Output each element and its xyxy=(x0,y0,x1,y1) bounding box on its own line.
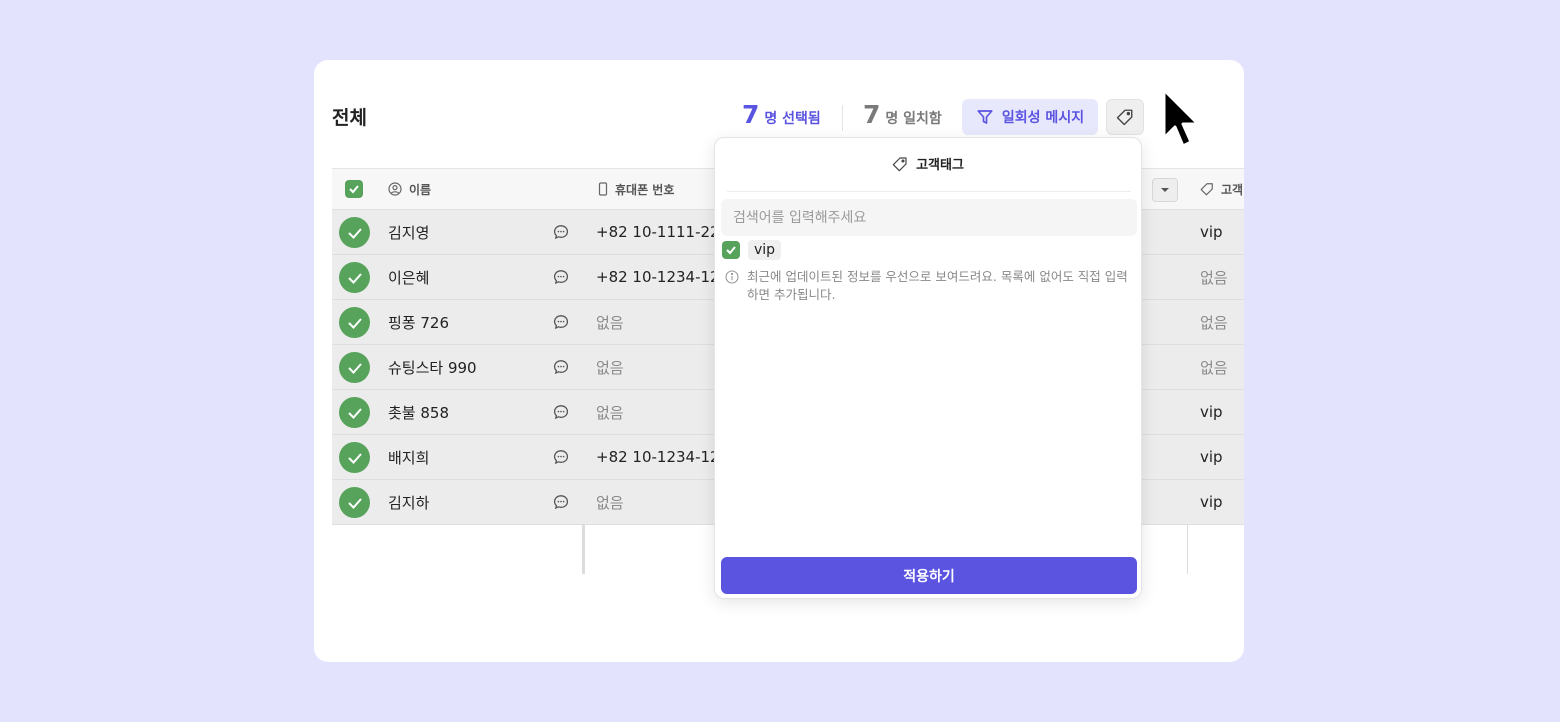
check-icon xyxy=(347,272,362,284)
column-name-label: 이름 xyxy=(409,182,432,197)
row-tag: vip xyxy=(1200,493,1223,511)
selected-count: 7 명 선택됨 xyxy=(742,100,821,130)
popup-divider xyxy=(727,191,1131,192)
popup-title: 고객태그 xyxy=(715,154,1141,173)
row-checkbox[interactable] xyxy=(339,262,370,293)
row-name: 이은혜 xyxy=(388,268,430,287)
row-tag: 없음 xyxy=(1200,268,1228,287)
tag-icon xyxy=(1116,109,1133,126)
chat-icon[interactable] xyxy=(553,314,569,330)
check-icon xyxy=(347,362,362,374)
phone-icon xyxy=(598,182,608,196)
row-phone: 없음 xyxy=(596,313,624,332)
one-time-message-label: 일회성 메시지 xyxy=(1001,110,1085,126)
apply-button[interactable]: 적용하기 xyxy=(721,557,1137,594)
tag-option-vip[interactable]: vip xyxy=(722,240,782,260)
row-checkbox[interactable] xyxy=(339,217,370,248)
column-dropdown-button[interactable] xyxy=(1152,178,1178,202)
column-phone[interactable]: 휴대폰 번호 xyxy=(598,169,674,209)
row-checkbox[interactable] xyxy=(339,397,370,428)
column-tag[interactable]: 고객 xyxy=(1200,169,1243,209)
row-tag: 없음 xyxy=(1200,358,1228,377)
matched-count-label: 명 일치함 xyxy=(885,111,942,127)
check-icon xyxy=(347,227,362,239)
chat-icon[interactable] xyxy=(553,359,569,375)
row-tag: vip xyxy=(1200,448,1223,466)
select-all-checkbox[interactable] xyxy=(345,169,363,209)
row-tag: vip xyxy=(1200,223,1223,241)
customer-tag-popup: 고객태그 vip 최근에 업데이트된 정보를 우선으로 보여드려요. 목록에 없… xyxy=(714,137,1142,599)
matched-count-number: 7 xyxy=(863,100,881,129)
row-checkbox[interactable] xyxy=(339,487,370,518)
row-name: 김지영 xyxy=(388,223,430,242)
popup-title-label: 고객태그 xyxy=(916,158,964,173)
selected-count-label: 명 선택됨 xyxy=(764,111,821,127)
chat-icon[interactable] xyxy=(553,224,569,240)
row-tag: vip xyxy=(1200,403,1223,421)
selected-count-number: 7 xyxy=(742,100,760,129)
row-phone: 없음 xyxy=(596,493,624,512)
info-text: 최근에 업데이트된 정보를 우선으로 보여드려요. 목록에 없어도 직접 입력하… xyxy=(747,269,1128,302)
row-name: 핑퐁 726 xyxy=(388,313,449,332)
row-name: 슈팅스타 990 xyxy=(388,358,477,377)
send-icon xyxy=(977,110,993,124)
tag-option-label: vip xyxy=(748,240,782,260)
row-checkbox[interactable] xyxy=(339,307,370,338)
row-phone: 없음 xyxy=(596,358,624,377)
page-title: 전체 xyxy=(332,107,367,129)
person-icon xyxy=(388,182,402,196)
tag-button[interactable] xyxy=(1106,99,1144,135)
check-icon xyxy=(347,452,362,464)
header-divider xyxy=(842,105,843,131)
info-message: 최근에 업데이트된 정보를 우선으로 보여드려요. 목록에 없어도 직접 입력하… xyxy=(725,268,1135,304)
tag-search-input[interactable] xyxy=(721,199,1137,236)
tag-icon xyxy=(892,156,907,171)
chat-icon[interactable] xyxy=(553,449,569,465)
check-icon xyxy=(347,497,362,509)
row-tag: 없음 xyxy=(1200,313,1228,332)
row-checkbox[interactable] xyxy=(339,352,370,383)
column-name[interactable]: 이름 xyxy=(388,169,431,209)
chat-icon[interactable] xyxy=(553,269,569,285)
row-name: 배지희 xyxy=(388,448,430,467)
chat-icon[interactable] xyxy=(553,494,569,510)
row-checkbox[interactable] xyxy=(339,442,370,473)
info-icon xyxy=(725,270,739,284)
row-name: 촛불 858 xyxy=(388,403,449,422)
chat-icon[interactable] xyxy=(553,404,569,420)
column-tag-label: 고객 xyxy=(1221,182,1244,197)
mouse-cursor-icon xyxy=(1162,88,1200,148)
matched-count: 7 명 일치함 xyxy=(863,100,942,130)
check-icon xyxy=(345,180,363,198)
tag-icon xyxy=(1200,183,1213,196)
check-icon xyxy=(347,317,362,329)
check-icon[interactable] xyxy=(722,241,740,259)
caret-down-icon xyxy=(1161,188,1169,192)
column-phone-label: 휴대폰 번호 xyxy=(615,182,675,197)
one-time-message-button[interactable]: 일회성 메시지 xyxy=(962,99,1098,135)
check-icon xyxy=(347,407,362,419)
row-name: 김지하 xyxy=(388,493,430,512)
row-phone: 없음 xyxy=(596,403,624,422)
